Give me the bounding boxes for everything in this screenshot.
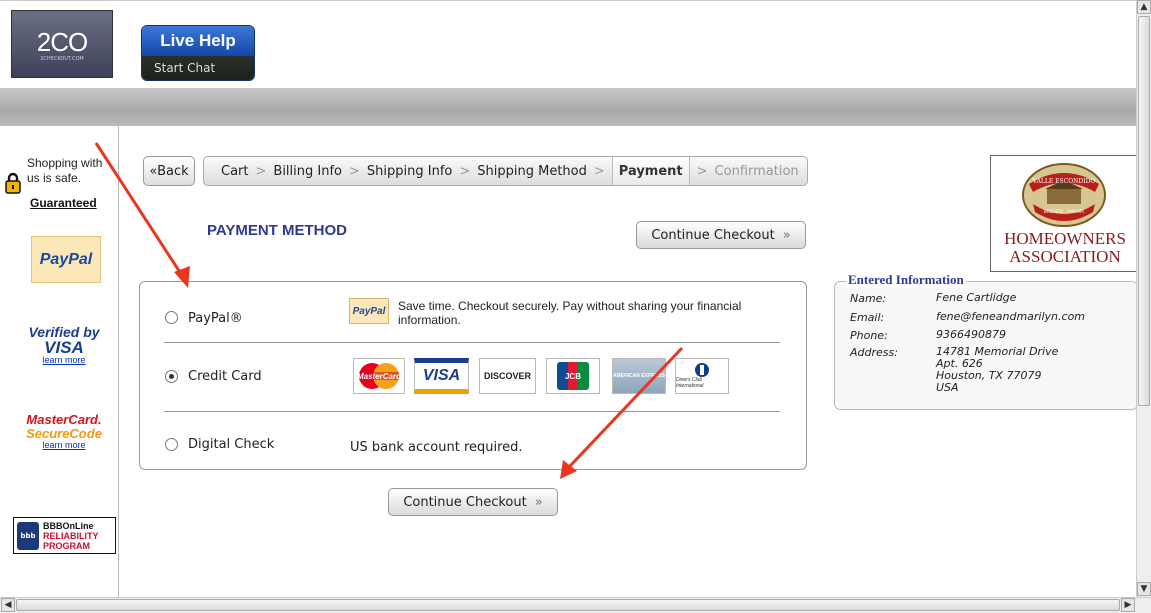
- breadcrumb-billing-info[interactable]: Billing Info: [273, 164, 342, 179]
- bbb-line1: BBBOnLine: [43, 520, 94, 531]
- lock-icon: [5, 172, 21, 194]
- vbv-learn-more-link[interactable]: learn more: [20, 355, 108, 365]
- breadcrumb-separator: >: [593, 163, 605, 179]
- bbb-seal-icon: bbb: [17, 521, 39, 550]
- continue-checkout-button-bottom[interactable]: Continue Checkout »: [388, 488, 558, 516]
- hoa-line2: ASSOCIATION: [1009, 247, 1121, 266]
- continue-checkout-label: Continue Checkout: [651, 227, 775, 243]
- scroll-right-icon[interactable]: ▶: [1121, 598, 1135, 612]
- vbv-line2: VISA: [44, 338, 84, 357]
- paypal-radio[interactable]: [165, 311, 178, 324]
- email-label: Email:: [850, 311, 885, 324]
- bbb-online-badge[interactable]: bbb BBBOnLine RELIABILITY PROGRAM: [13, 517, 116, 554]
- verified-by-visa-badge: Verified by VISA learn more: [20, 325, 108, 366]
- mc-line1: MasterCard.: [26, 412, 102, 427]
- start-chat-label: Start Chat: [142, 56, 254, 80]
- mastercard-logo: MasterCard: [353, 358, 405, 394]
- breadcrumb-separator: >: [255, 163, 267, 179]
- mastercard-securecode-badge: MasterCard. SecureCode learn more: [20, 412, 108, 451]
- hoa-seal-bottom-text: BOQUETE · PANAMA: [1044, 209, 1084, 214]
- breadcrumb-payment: Payment: [611, 157, 690, 185]
- 2co-logo[interactable]: 2CO 2CHECKOUT.COM: [11, 10, 113, 78]
- live-help-button[interactable]: Live Help Start Chat: [141, 25, 255, 81]
- email-value: fene@feneandmarilyn.com: [936, 310, 1086, 323]
- breadcrumb-separator: >: [696, 163, 708, 179]
- logo-subtext: 2CHECKOUT.COM: [40, 55, 84, 62]
- hoa-seal-icon: VALLE ESCONDIDO BOQUETE · PANAMA: [1022, 163, 1106, 227]
- diners-club-icon: [695, 363, 709, 377]
- mc-learn-more-link[interactable]: learn more: [20, 440, 108, 450]
- double-chevron-right-icon: »: [782, 227, 791, 243]
- breadcrumb-separator: >: [459, 163, 471, 179]
- amex-logo: AMERICAN EXPRESS: [612, 358, 666, 394]
- back-button[interactable]: «Back: [143, 156, 195, 186]
- bbb-text: BBBOnLine RELIABILITY PROGRAM: [43, 521, 99, 551]
- diners-club-text: Diners Club International: [676, 377, 704, 389]
- guaranteed-link[interactable]: Guaranteed: [30, 196, 97, 210]
- safe-shopping-text: Shopping with us is safe.: [27, 156, 103, 185]
- paypal-badge: PayPal: [31, 236, 101, 283]
- phone-value: 9366490879: [936, 328, 1006, 341]
- hoa-line1: HOMEOWNERS: [1004, 229, 1126, 248]
- bbb-line3: PROGRAM: [43, 540, 90, 551]
- hoa-title: HOMEOWNERS ASSOCIATION: [991, 230, 1139, 266]
- continue-checkout-label: Continue Checkout: [403, 494, 527, 510]
- header-gray-bar: [0, 88, 1136, 126]
- horizontal-scroll-thumb[interactable]: [16, 599, 1120, 611]
- digital-check-note: US bank account required.: [350, 440, 523, 455]
- divider: [164, 411, 780, 412]
- digital-check-option-label[interactable]: Digital Check: [188, 437, 274, 452]
- jcb-logo: JCB: [546, 358, 600, 394]
- hoa-logo: VALLE ESCONDIDO BOQUETE · PANAMA HOMEOWN…: [990, 155, 1140, 272]
- mc-line2: SecureCode: [26, 426, 102, 441]
- breadcrumb-confirmation: Confirmation: [714, 163, 799, 179]
- visa-logo: VISA: [414, 358, 469, 394]
- card-logos: MasterCard VISA DISCOVER JCB AMERICAN EX…: [353, 358, 733, 394]
- scroll-up-icon[interactable]: ▲: [1137, 0, 1151, 14]
- diners-club-logo: Diners Club International: [675, 358, 729, 394]
- address-line4: USA: [936, 381, 959, 394]
- breadcrumb-cart[interactable]: Cart: [221, 164, 249, 179]
- paypal-option-label[interactable]: PayPal®: [188, 311, 243, 326]
- breadcrumb-separator: >: [349, 163, 360, 179]
- paypal-logo: PayPal: [349, 298, 389, 324]
- vertical-scrollbar[interactable]: ▲ ▼: [1136, 0, 1151, 597]
- discover-logo: DISCOVER: [479, 358, 536, 394]
- breadcrumb-shipping-info[interactable]: Shipping Info: [367, 164, 452, 179]
- digital-check-radio[interactable]: [165, 438, 178, 451]
- checkout-breadcrumb: Cart > Billing Info > Shipping Info > Sh…: [203, 156, 808, 186]
- payment-options-panel: PayPal® PayPal Save time. Checkout secur…: [139, 281, 807, 470]
- live-help-title: Live Help: [142, 26, 254, 56]
- scroll-left-icon[interactable]: ◀: [1, 598, 15, 612]
- horizontal-scrollbar[interactable]: ◀ ▶: [0, 597, 1151, 613]
- double-chevron-right-icon: »: [534, 494, 543, 510]
- hoa-seal-top-text: VALLE ESCONDIDO: [1032, 178, 1096, 185]
- divider: [164, 342, 780, 343]
- address-label: Address:: [850, 346, 898, 359]
- payment-method-title: PAYMENT METHOD: [207, 222, 348, 239]
- paypal-note: Save time. Checkout securely. Pay withou…: [398, 299, 742, 327]
- vertical-scroll-thumb[interactable]: [1138, 16, 1150, 406]
- credit-card-radio[interactable]: [165, 370, 178, 383]
- entered-information-title: Entered Information: [846, 272, 966, 288]
- name-label: Name:: [850, 292, 887, 305]
- bbb-line2: RELIABILITY: [43, 530, 99, 541]
- scroll-down-icon[interactable]: ▼: [1137, 582, 1151, 596]
- breadcrumb-shipping-method[interactable]: Shipping Method: [477, 164, 587, 179]
- continue-checkout-button-top[interactable]: Continue Checkout »: [636, 221, 806, 249]
- phone-label: Phone:: [850, 329, 888, 342]
- logo-text: 2CO: [36, 26, 88, 57]
- mastercard-text: MasterCard: [356, 371, 401, 381]
- name-value: Fene Cartlidge: [936, 291, 1017, 304]
- jcb-text: JCB: [564, 371, 581, 381]
- credit-card-option-label[interactable]: Credit Card: [188, 369, 262, 384]
